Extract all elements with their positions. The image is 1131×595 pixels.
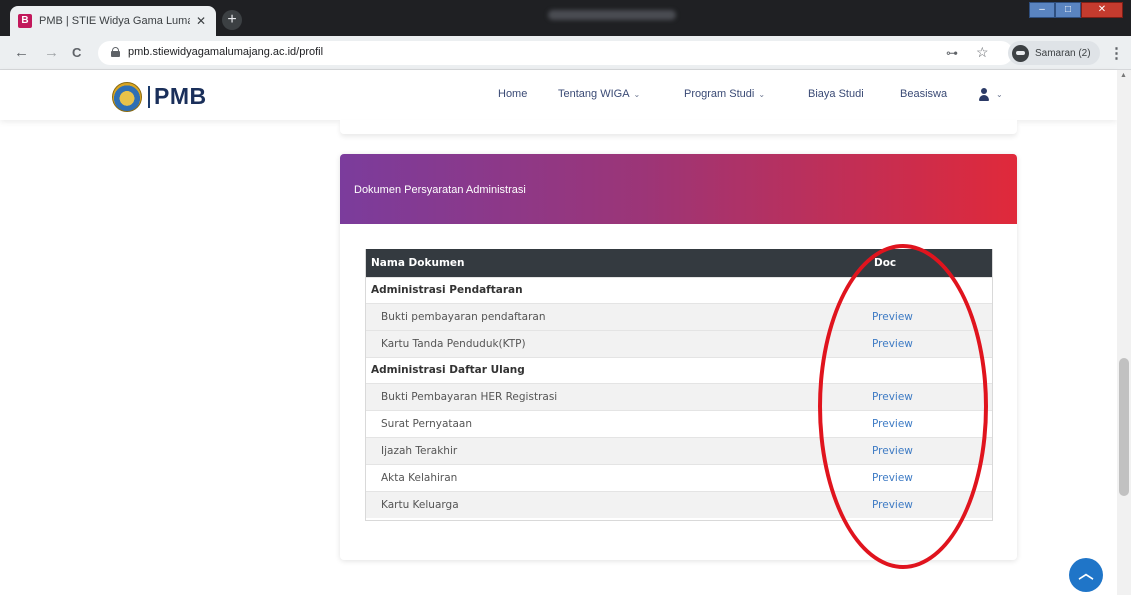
logo-icon[interactable] — [112, 82, 142, 112]
minimize-button[interactable]: – — [1029, 2, 1055, 18]
document-name: Akta Kelahiran — [365, 463, 868, 491]
user-icon[interactable] — [977, 88, 991, 102]
nav-biaya-studi-label: Biaya Studi — [808, 88, 864, 100]
browser-tab-bar: B PMB | STIE Widya Gama Lumajang ✕ + – □… — [0, 0, 1131, 36]
reload-button[interactable]: C — [72, 44, 81, 62]
previous-card-bottom — [340, 120, 1017, 134]
document-name: Surat Pernyataan — [365, 409, 868, 437]
nav-home-label: Home — [498, 88, 528, 100]
favicon-icon: B — [18, 14, 32, 28]
browser-tab[interactable]: B PMB | STIE Widya Gama Lumajang ✕ — [10, 6, 216, 36]
nav-tentang-wiga[interactable]: Tentang WIGA ⌄ — [558, 88, 640, 100]
back-button[interactable]: ← — [14, 44, 29, 62]
nav-biaya-studi[interactable]: Biaya Studi — [808, 88, 864, 100]
document-name: Kartu Keluarga — [365, 490, 868, 518]
nav-program-studi[interactable]: Program Studi ⌄ — [684, 88, 765, 100]
nav-home[interactable]: Home — [498, 88, 527, 100]
card-header: Dokumen Persyaratan Administrasi — [340, 154, 1017, 224]
nav-beasiswa[interactable]: Beasiswa — [900, 88, 947, 100]
nav-beasiswa-label: Beasiswa — [900, 88, 948, 100]
url-field[interactable]: pmb.stiewidyagamalumajang.ac.id/profil — [98, 41, 1013, 65]
chevron-down-icon[interactable]: ⌄ — [996, 90, 1003, 99]
document-name: Kartu Tanda Penduduk(KTP) — [365, 329, 868, 357]
chevron-up-icon: ︿ — [1078, 565, 1094, 582]
maximize-button[interactable]: □ — [1055, 2, 1081, 18]
column-header-nama-dokumen: Nama Dokumen — [365, 249, 868, 277]
incognito-icon — [1012, 44, 1029, 62]
profile-button[interactable]: Samaran (2) — [1008, 41, 1100, 65]
address-bar: ← → C pmb.stiewidyagamalumajang.ac.id/pr… — [0, 36, 1131, 70]
tab-title: PMB | STIE Widya Gama Lumajang — [39, 15, 190, 27]
card-title: Dokumen Persyaratan Administrasi — [354, 184, 526, 196]
close-icon[interactable]: ✕ — [196, 14, 206, 28]
chevron-down-icon: ⌄ — [633, 90, 641, 99]
bookmark-star-icon[interactable]: ☆ — [976, 44, 989, 61]
profile-label: Samaran (2) — [1035, 47, 1091, 59]
scrollbar-thumb[interactable] — [1119, 358, 1129, 496]
scrollbar[interactable]: ▲ — [1117, 70, 1131, 595]
browser-menu-icon[interactable]: ⋮ — [1109, 44, 1124, 62]
window-close-button[interactable]: ✕ — [1081, 2, 1123, 18]
forward-button[interactable]: → — [44, 44, 59, 62]
document-name: Ijazah Terakhir — [365, 436, 868, 464]
scroll-up-icon[interactable]: ▲ — [1120, 72, 1127, 79]
url-text[interactable]: pmb.stiewidyagamalumajang.ac.id/profil — [128, 46, 323, 58]
window-controls: – □ ✕ — [1029, 2, 1123, 18]
back-to-top-button[interactable]: ︿ — [1069, 558, 1103, 592]
nav-tentang-wiga-label: Tentang WIGA — [558, 88, 630, 100]
document-name: Bukti Pembayaran HER Registrasi — [365, 382, 868, 410]
document-name: Bukti pembayaran pendaftaran — [365, 302, 868, 330]
nav-program-studi-label: Program Studi — [684, 88, 755, 100]
lock-icon[interactable] — [111, 47, 120, 57]
key-icon[interactable]: ⊶ — [946, 46, 958, 60]
site-navbar: PMB Home Tentang WIGA ⌄ Program Studi ⌄ Bi… — [0, 70, 1117, 120]
new-tab-button[interactable]: + — [222, 10, 242, 30]
logo-divider — [148, 86, 150, 108]
annotation-circle — [818, 244, 988, 569]
window-title — [548, 10, 676, 20]
site-logo-text[interactable]: PMB — [154, 83, 207, 110]
chevron-down-icon: ⌄ — [758, 90, 766, 99]
